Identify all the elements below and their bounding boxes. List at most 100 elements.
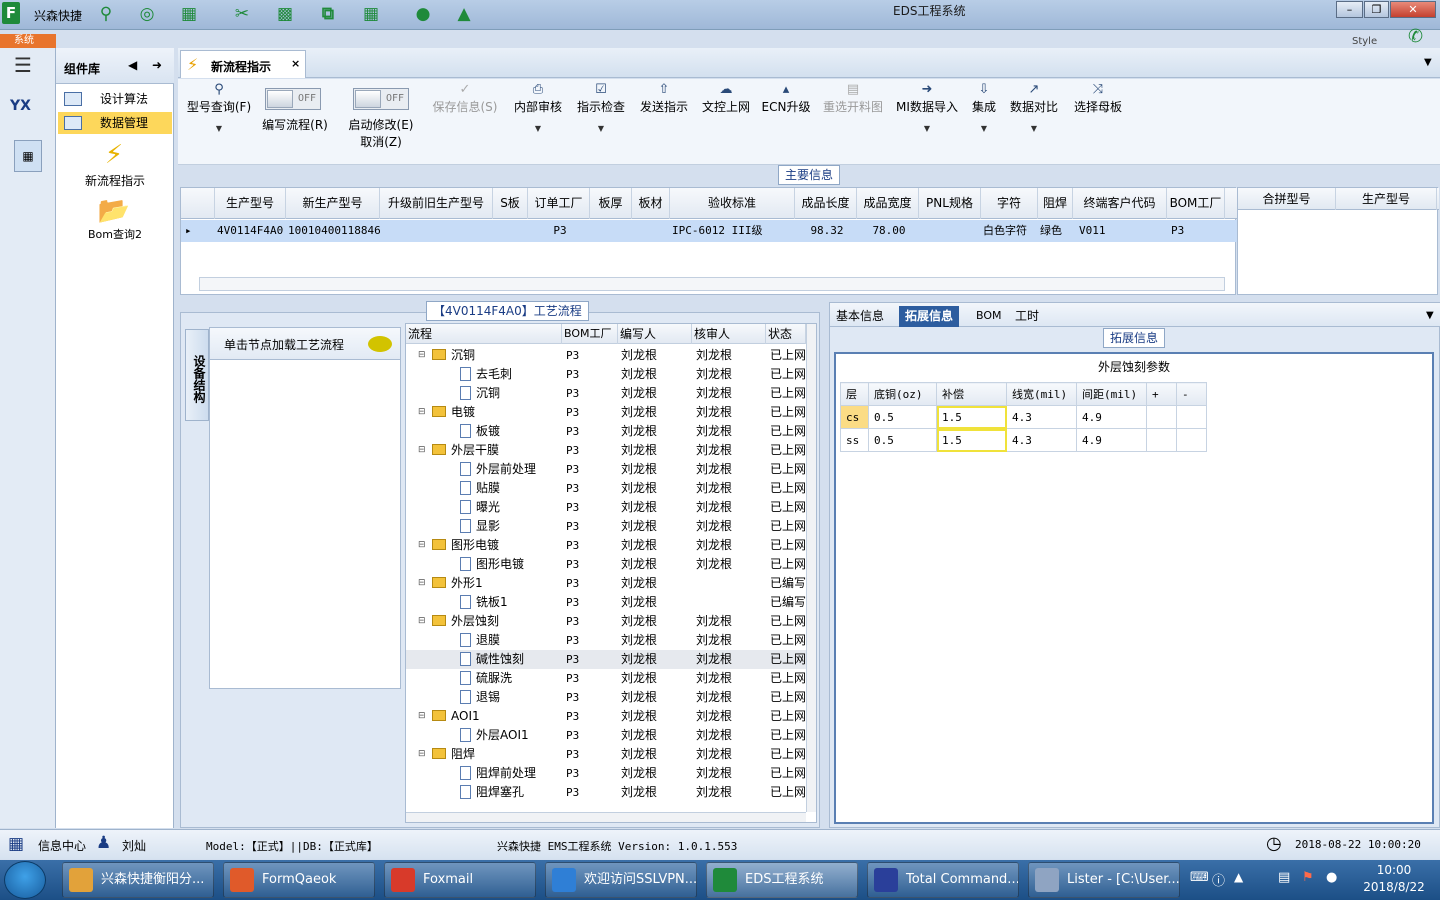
cell[interactable]: 0.5 bbox=[868, 405, 937, 429]
cell-writer[interactable]: 刘龙根 bbox=[621, 764, 691, 783]
table-row[interactable]: cs 0.5 1.5 4.3 4.9 bbox=[840, 405, 1207, 429]
cell[interactable] bbox=[1176, 428, 1207, 452]
add-column-header[interactable]: + bbox=[1146, 382, 1177, 406]
collapse-node-icon[interactable]: ⊟ bbox=[418, 536, 426, 555]
cell-factory[interactable]: P3 bbox=[566, 764, 618, 783]
cell-reviewer[interactable]: 刘龙根 bbox=[696, 783, 766, 802]
tree-row[interactable]: ⊟ 沉铜 P3 刘龙根 刘龙根 已上网 bbox=[406, 346, 806, 365]
tree-row[interactable]: ⊟ 阻焊 P3 刘龙根 刘龙根 已上网 bbox=[406, 745, 806, 764]
cell-writer[interactable]: 刘龙根 bbox=[621, 479, 691, 498]
taskbar-item[interactable]: EDS工程系统 bbox=[706, 862, 858, 898]
tree-row[interactable]: ⊟ AOI1 P3 刘龙根 刘龙根 已上网 bbox=[406, 707, 806, 726]
bom-query-link[interactable]: Bom查询2 bbox=[56, 226, 174, 242]
model-query-button[interactable]: ⚲ 型号查询(F) ▼ bbox=[184, 81, 254, 137]
cell-factory[interactable]: P3 bbox=[566, 498, 618, 517]
cell-status[interactable]: 已上网 bbox=[770, 403, 806, 422]
taskbar-item[interactable]: Lister - [C:\User... bbox=[1028, 862, 1180, 898]
cell-factory[interactable]: P3 bbox=[566, 346, 618, 365]
tree-node[interactable]: 图形电镀 bbox=[460, 555, 562, 574]
help-icon[interactable]: ⓘ bbox=[1212, 870, 1225, 889]
taskbar-item[interactable]: 欢迎访问SSLVPN... bbox=[545, 862, 697, 898]
column-header[interactable]: 成品长度 bbox=[795, 188, 857, 219]
integration-button[interactable]: ⇩ 集成 ▼ bbox=[966, 81, 1002, 137]
cell-status[interactable]: 已编写 bbox=[770, 574, 806, 593]
cell-writer[interactable]: 刘龙根 bbox=[621, 650, 691, 669]
cell-status[interactable]: 已上网 bbox=[770, 612, 806, 631]
tree-node[interactable]: AOI1 bbox=[432, 707, 562, 726]
cell-reviewer[interactable]: 刘龙根 bbox=[696, 536, 766, 555]
write-flow-toggle[interactable]: OFF bbox=[265, 88, 321, 110]
cell-writer[interactable]: 刘龙根 bbox=[621, 536, 691, 555]
cell[interactable]: 1.5 bbox=[936, 405, 1007, 429]
cell-writer[interactable]: 刘龙根 bbox=[621, 612, 691, 631]
cell-reviewer[interactable]: 刘龙根 bbox=[696, 422, 766, 441]
column-header[interactable]: 成品宽度 bbox=[857, 188, 919, 219]
tree-node[interactable]: 退锡 bbox=[460, 688, 562, 707]
cell[interactable] bbox=[590, 220, 632, 242]
cell-factory[interactable]: P3 bbox=[566, 441, 618, 460]
cell-status[interactable]: 已上网 bbox=[770, 745, 806, 764]
cell-status[interactable]: 已上网 bbox=[770, 650, 806, 669]
column-header[interactable]: 编写人 bbox=[618, 324, 692, 344]
cell-factory[interactable]: P3 bbox=[566, 707, 618, 726]
cell-factory[interactable]: P3 bbox=[566, 726, 618, 745]
close-button[interactable]: ✕ bbox=[1390, 1, 1436, 18]
cell-reviewer[interactable]: 刘龙根 bbox=[696, 460, 766, 479]
minimize-button[interactable]: – bbox=[1336, 1, 1363, 18]
cell-status[interactable]: 已上网 bbox=[770, 669, 806, 688]
taskbar-item[interactable]: Total Command... bbox=[867, 862, 1019, 898]
column-header[interactable]: 间距(mil) bbox=[1076, 382, 1147, 406]
tree-node[interactable]: 外形1 bbox=[432, 574, 562, 593]
tree-node[interactable]: 外层干膜 bbox=[432, 441, 562, 460]
tab-equipment-structure[interactable]: 设备结构 bbox=[185, 329, 209, 421]
cell[interactable] bbox=[1146, 405, 1177, 429]
cell-factory[interactable]: P3 bbox=[566, 384, 618, 403]
tree-node[interactable]: 退膜 bbox=[460, 631, 562, 650]
cell-factory[interactable]: P3 bbox=[566, 745, 618, 764]
tree-node[interactable]: 外层蚀刻 bbox=[432, 612, 562, 631]
tree-row[interactable]: 铣板1 P3 刘龙根 已编写 bbox=[406, 593, 806, 612]
cell[interactable]: P3 bbox=[528, 220, 590, 242]
cell-reviewer[interactable]: 刘龙根 bbox=[696, 764, 766, 783]
tree-row[interactable]: ⊟ 外形1 P3 刘龙根 已编写 bbox=[406, 574, 806, 593]
cell[interactable] bbox=[919, 220, 981, 242]
column-header[interactable]: 阻焊 bbox=[1038, 188, 1073, 219]
cell[interactable]: ss bbox=[840, 428, 869, 452]
tab-extended-info[interactable]: 拓展信息 bbox=[899, 306, 960, 327]
tree-node[interactable]: 阻焊前处理 bbox=[460, 764, 562, 783]
taskbar-clock[interactable]: 10:00 2018/8/22 bbox=[1352, 862, 1436, 896]
cell-factory[interactable]: P3 bbox=[566, 574, 618, 593]
cell-writer[interactable]: 刘龙根 bbox=[621, 707, 691, 726]
tree-row[interactable]: 去毛刺 P3 刘龙根 刘龙根 已上网 bbox=[406, 365, 806, 384]
cell[interactable] bbox=[493, 220, 528, 242]
cell-writer[interactable]: 刘龙根 bbox=[621, 783, 691, 802]
chart-icon[interactable]: ▲ bbox=[452, 4, 476, 24]
cell-writer[interactable]: 刘龙根 bbox=[621, 631, 691, 650]
column-header[interactable]: BOM工厂 bbox=[1167, 188, 1225, 219]
menu-tab-system[interactable]: 系统 bbox=[0, 34, 56, 48]
cell-factory[interactable]: P3 bbox=[566, 783, 618, 802]
tree-node[interactable]: 显影 bbox=[460, 517, 562, 536]
cell-writer[interactable]: 刘龙根 bbox=[621, 460, 691, 479]
apps-icon[interactable]: ▦ bbox=[359, 4, 383, 24]
tree-node[interactable]: 沉铜 bbox=[432, 346, 562, 365]
hamburger-menu-icon[interactable]: ☰ bbox=[14, 55, 40, 75]
calculator-icon[interactable]: ▦ bbox=[14, 140, 42, 172]
cell[interactable]: 0.5 bbox=[868, 428, 937, 452]
cell-factory[interactable]: P3 bbox=[566, 612, 618, 631]
tree-node[interactable]: 去毛刺 bbox=[460, 365, 562, 384]
cancel-label[interactable]: 取消(Z) bbox=[344, 134, 418, 151]
phone-icon[interactable]: ✆ bbox=[1408, 26, 1423, 47]
tree-node[interactable]: 板镀 bbox=[460, 422, 562, 441]
cell-status[interactable]: 已上网 bbox=[770, 441, 806, 460]
column-header[interactable]: 升级前旧生产型号 bbox=[380, 188, 493, 219]
collapse-node-icon[interactable]: ⊟ bbox=[418, 403, 426, 422]
column-header[interactable]: 生产型号 bbox=[1336, 188, 1437, 210]
cell[interactable]: 白色字符 bbox=[981, 220, 1038, 242]
cell[interactable]: 1.5 bbox=[936, 428, 1007, 452]
taskbar-item[interactable]: Foxmail bbox=[384, 862, 536, 898]
cell-writer[interactable]: 刘龙根 bbox=[621, 441, 691, 460]
lightning-icon[interactable]: ⚡ bbox=[96, 138, 132, 172]
nav-item-design-algorithm[interactable]: 设计算法 bbox=[58, 88, 172, 110]
save-info-button[interactable]: ✓ 保存信息(S) bbox=[430, 81, 500, 116]
